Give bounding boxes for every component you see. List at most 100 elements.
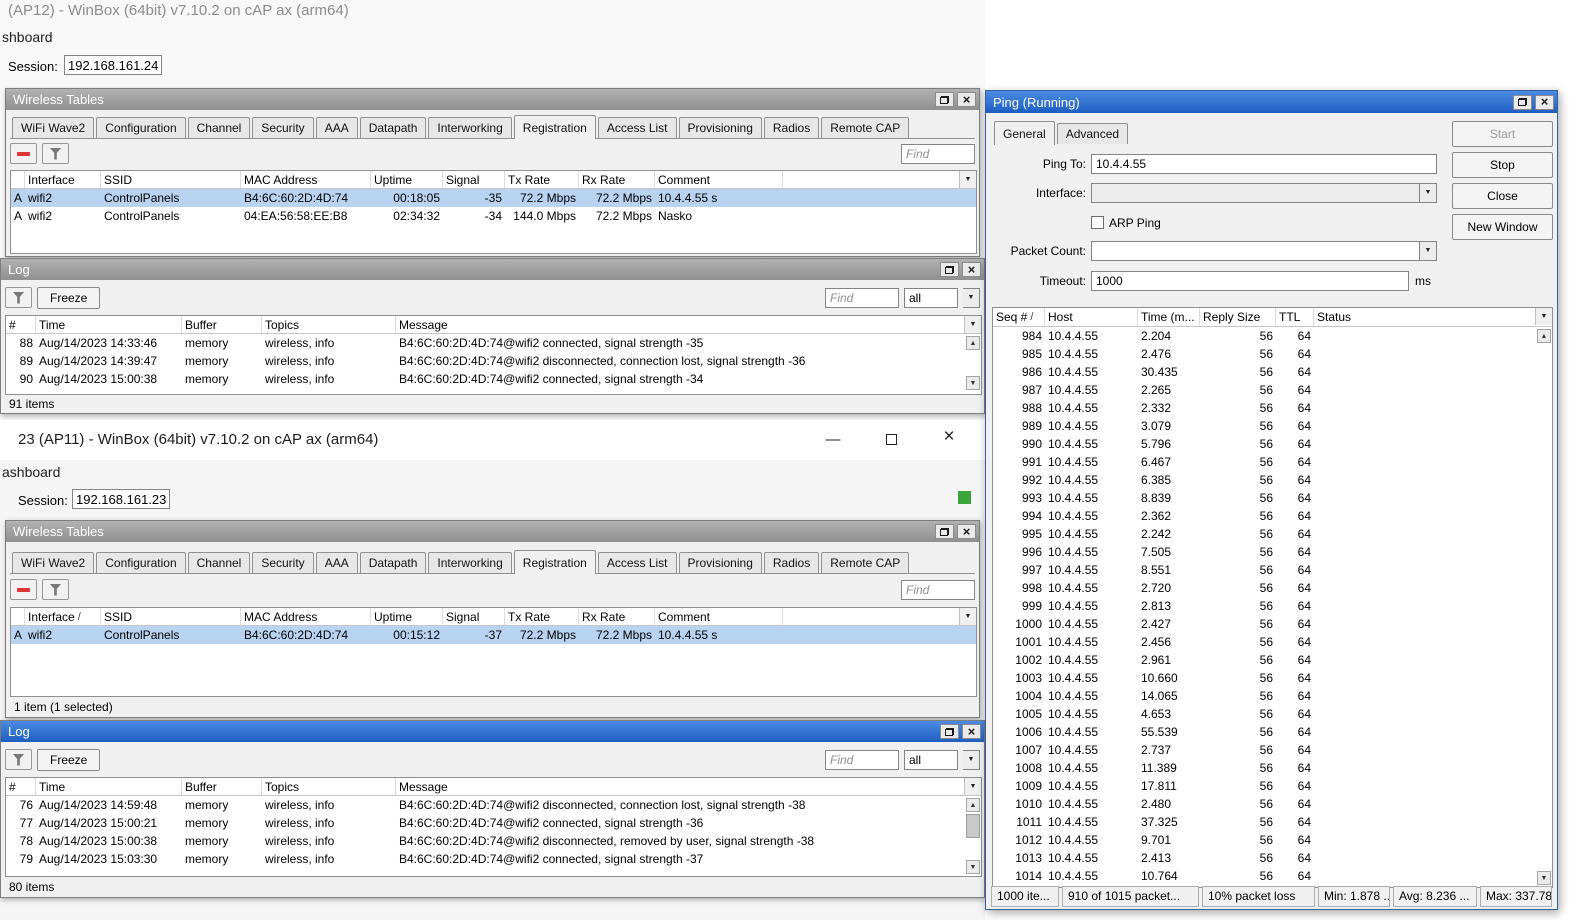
close-button[interactable]: × [957, 92, 976, 107]
tab[interactable]: Registration [513, 550, 596, 574]
new-window-button[interactable]: New Window [1452, 214, 1553, 240]
col-comment[interactable]: Comment [655, 608, 783, 625]
ping-row[interactable]: 1012 10.4.4.55 9.701 56 64 [993, 831, 1552, 849]
close-button[interactable]: × [957, 524, 976, 539]
ping-row[interactable]: 987 10.4.4.55 2.265 56 64 [993, 381, 1552, 399]
restore-button[interactable] [935, 92, 954, 107]
tab[interactable]: Datapath [359, 117, 427, 138]
tab[interactable]: Configuration [96, 552, 186, 573]
tab[interactable]: Radios [763, 552, 820, 573]
col-signal[interactable]: Signal [443, 171, 505, 188]
col-uptime[interactable]: Uptime [371, 171, 443, 188]
col-topics[interactable]: Topics [262, 778, 396, 795]
ping-row[interactable]: 1002 10.4.4.55 2.961 56 64 [993, 651, 1552, 669]
tab[interactable]: Channel [187, 552, 251, 573]
log-row[interactable]: 89 Aug/14/2023 14:39:47 memory wireless,… [6, 352, 981, 370]
col-flags[interactable] [11, 171, 25, 188]
session-input[interactable] [64, 55, 162, 75]
tab[interactable]: Radios [763, 117, 820, 138]
tab[interactable]: Advanced [1056, 123, 1129, 144]
col-buffer[interactable]: Buffer [182, 778, 262, 795]
interface-select[interactable] [1091, 182, 1420, 203]
filter-button[interactable] [42, 143, 69, 164]
scroll-down-button[interactable]: ▼ [1537, 871, 1551, 885]
find-input[interactable] [825, 287, 899, 308]
col-reply-size[interactable]: Reply Size [1200, 308, 1276, 326]
tab[interactable]: Provisioning [678, 552, 762, 573]
ping-row[interactable]: 992 10.4.4.55 6.385 56 64 [993, 471, 1552, 489]
scroll-up-button[interactable]: ▲ [966, 336, 980, 350]
scroll-down-button[interactable]: ▼ [966, 860, 980, 874]
log-row[interactable]: 76 Aug/14/2023 14:59:48 memory wireless,… [6, 796, 981, 814]
packet-count-select[interactable] [1091, 240, 1420, 261]
interface-dropdown-arrow[interactable]: ▼ [1420, 182, 1437, 203]
ping-row[interactable]: 986 10.4.4.55 30.435 56 64 [993, 363, 1552, 381]
restore-button[interactable] [940, 724, 959, 739]
ping-row[interactable]: 1010 10.4.4.55 2.480 56 64 [993, 795, 1552, 813]
tab[interactable]: AAA [315, 552, 358, 573]
remove-button[interactable] [10, 579, 37, 600]
col-buffer[interactable]: Buffer [182, 316, 262, 333]
dashboard-tab-partial[interactable]: shboard [2, 29, 53, 45]
restore-button[interactable] [940, 262, 959, 277]
log-filter-dropdown-arrow[interactable]: ▼ [963, 287, 980, 308]
col-tx-rate[interactable]: Tx Rate [505, 608, 579, 625]
col-flags[interactable] [11, 608, 25, 625]
tab[interactable]: General [994, 121, 1055, 145]
column-menu-button[interactable]: ▼ [1535, 308, 1552, 325]
col-mac-address[interactable]: MAC Address [241, 608, 371, 625]
col-signal[interactable]: Signal [443, 608, 505, 625]
col-time[interactable]: Time [36, 316, 182, 333]
col-mac-address[interactable]: MAC Address [241, 171, 371, 188]
ping-row[interactable]: 996 10.4.4.55 7.505 56 64 [993, 543, 1552, 561]
log-row[interactable]: 78 Aug/14/2023 15:00:38 memory wireless,… [6, 832, 981, 850]
col-rx-rate[interactable]: Rx Rate [579, 171, 655, 188]
log-titlebar[interactable]: Log × [1, 259, 984, 280]
col-message[interactable]: Message [396, 316, 981, 333]
ping-row[interactable]: 1008 10.4.4.55 11.389 56 64 [993, 759, 1552, 777]
packet-count-dropdown-arrow[interactable]: ▼ [1420, 240, 1437, 261]
col-message[interactable]: Message [396, 778, 981, 795]
tab[interactable]: WiFi Wave2 [12, 552, 95, 573]
scrollbar-thumb[interactable] [966, 814, 980, 838]
col-comment[interactable]: Comment [655, 171, 783, 188]
tab[interactable]: Security [252, 117, 314, 138]
minimize-button[interactable]: — [818, 428, 848, 450]
start-button[interactable]: Start [1452, 121, 1553, 147]
log-row[interactable]: 77 Aug/14/2023 15:00:21 memory wireless,… [6, 814, 981, 832]
ping-row[interactable]: 999 10.4.4.55 2.813 56 64 [993, 597, 1552, 615]
tab[interactable]: Remote CAP [821, 552, 910, 573]
remove-button[interactable] [10, 143, 37, 164]
maximize-button[interactable] [876, 428, 906, 450]
col-interface[interactable]: Interface [25, 171, 101, 188]
col-tx-rate[interactable]: Tx Rate [505, 171, 579, 188]
col-rx-rate[interactable]: Rx Rate [579, 608, 655, 625]
close-button[interactable]: × [934, 426, 964, 448]
dashboard-tab-partial[interactable]: ashboard [2, 464, 60, 480]
stop-button[interactable]: Stop [1452, 152, 1553, 178]
close-button[interactable]: × [962, 262, 981, 277]
wireless-tables-titlebar[interactable]: Wireless Tables × [6, 521, 979, 542]
ping-row[interactable]: 991 10.4.4.55 6.467 56 64 [993, 453, 1552, 471]
tab[interactable]: Provisioning [678, 117, 762, 138]
col-time[interactable]: Time [36, 778, 182, 795]
ping-row[interactable]: 993 10.4.4.55 8.839 56 64 [993, 489, 1552, 507]
tab[interactable]: Security [252, 552, 314, 573]
ping-to-input[interactable] [1091, 153, 1437, 174]
log-filter-value[interactable]: all [904, 287, 958, 308]
tab[interactable]: Channel [187, 117, 251, 138]
ping-row[interactable]: 1005 10.4.4.55 4.653 56 64 [993, 705, 1552, 723]
close-action-button[interactable]: Close [1452, 183, 1553, 209]
ping-row[interactable]: 998 10.4.4.55 2.720 56 64 [993, 579, 1552, 597]
registration-row[interactable]: A wifi2 ControlPanels B4:6C:60:2D:4D:74 … [11, 626, 976, 644]
ping-row[interactable]: 1006 10.4.4.55 55.539 56 64 [993, 723, 1552, 741]
tab[interactable]: Datapath [359, 552, 427, 573]
col-status[interactable]: Status [1314, 308, 1552, 326]
col-topics[interactable]: Topics [262, 316, 396, 333]
col-uptime[interactable]: Uptime [371, 608, 443, 625]
col-ssid[interactable]: SSID [101, 608, 241, 625]
filter-button[interactable] [5, 749, 32, 770]
wireless-tables-titlebar[interactable]: Wireless Tables × [6, 89, 979, 110]
ping-row[interactable]: 997 10.4.4.55 8.551 56 64 [993, 561, 1552, 579]
ping-row[interactable]: 988 10.4.4.55 2.332 56 64 [993, 399, 1552, 417]
